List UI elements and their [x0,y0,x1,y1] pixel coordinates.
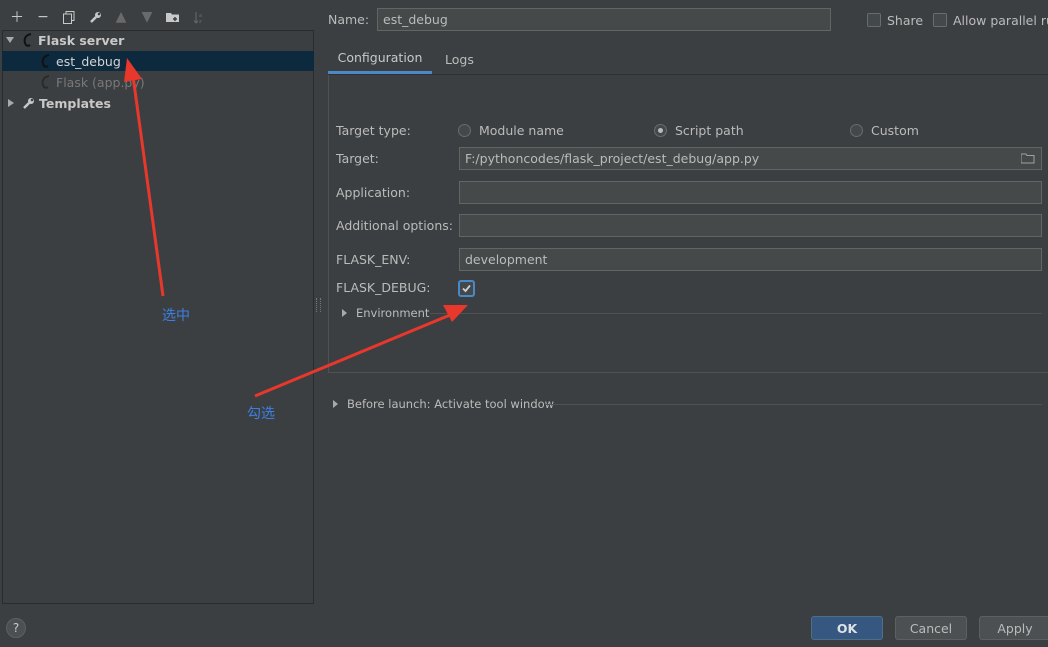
tree-group-templates[interactable]: Templates [2,93,314,113]
application-label: Application: [336,185,411,200]
tab-configuration[interactable]: Configuration [328,44,432,74]
additional-options-input[interactable] [459,214,1042,237]
flask-icon [41,54,50,68]
annotation-select: 选中 [162,308,190,324]
allow-parallel-checkbox[interactable] [933,13,947,27]
tree-group-flask-server[interactable]: Flask server [2,30,314,50]
checkmark-icon [462,284,471,293]
apply-button[interactable]: Apply [979,616,1048,640]
flask-debug-checkbox[interactable] [458,280,475,297]
application-input[interactable] [459,181,1042,204]
arrow-up-icon[interactable]: ▲ [108,7,134,27]
share-label: Share [887,13,924,28]
ok-button[interactable]: OK [811,616,883,640]
config-tree-panel [2,30,314,604]
help-icon: ? [12,621,20,635]
flask-env-label: FLASK_ENV: [336,252,411,267]
expand-arrow-icon [342,309,347,317]
module-name-radio[interactable] [458,124,471,137]
target-label: Target: [336,151,379,166]
folder-icon[interactable] [1021,153,1035,164]
module-name-label: Module name [479,123,564,138]
target-input[interactable]: F:/pythoncodes/flask_project/est_debug/a… [459,147,1042,170]
tree-group-label: Templates [39,95,111,111]
copy-icon[interactable] [56,7,82,27]
script-path-radio[interactable] [654,124,667,137]
before-launch-toggle[interactable]: Before launch: Activate tool window [333,397,554,411]
wrench-icon [23,97,34,109]
name-input[interactable]: est_debug [377,8,831,31]
custom-label: Custom [871,123,919,138]
allow-parallel-label: Allow parallel ru [953,13,1048,28]
tree-item-label: est_debug [56,53,121,69]
flask-icon [41,75,50,89]
minus-icon[interactable]: − [30,7,56,27]
custom-radio[interactable] [850,124,863,137]
additional-options-label: Additional options: [336,218,453,233]
tree-toolbar: ＋ − ▲ ▼ az [4,6,212,28]
wrench-icon[interactable] [82,7,108,27]
environment-label: Environment [356,306,430,320]
expand-arrow-icon [333,400,338,408]
flask-env-input[interactable]: development [459,248,1042,271]
tree-item-flask-app[interactable]: Flask (app.py) [2,72,314,92]
expand-arrow-icon[interactable] [8,99,14,107]
folder-add-icon[interactable] [160,7,186,27]
svg-text:z: z [199,19,202,24]
script-path-label: Script path [675,123,744,138]
help-button[interactable]: ? [6,618,26,638]
tree-group-label: Flask server [38,32,125,48]
tab-logs[interactable]: Logs [433,44,486,74]
target-type-label: Target type: [336,123,411,138]
plus-icon[interactable]: ＋ [4,7,30,27]
environment-section-toggle[interactable]: Environment [342,306,429,320]
share-checkbox[interactable] [867,13,881,27]
cancel-button[interactable]: Cancel [895,616,967,640]
expand-arrow-icon[interactable] [6,37,14,43]
name-label: Name: [328,12,370,27]
environment-divider [430,313,1042,314]
splitter-handle[interactable] [316,298,321,312]
before-launch-divider [545,404,1042,405]
flask-debug-label: FLASK_DEBUG: [336,280,431,295]
arrow-down-icon[interactable]: ▼ [134,7,160,27]
annotation-check: 勾选 [247,406,275,422]
sort-icon[interactable]: az [186,7,212,27]
before-launch-label: Before launch: Activate tool window [347,397,555,411]
tree-item-est-debug[interactable]: est_debug [2,51,314,71]
tree-item-label: Flask (app.py) [56,74,145,90]
flask-icon [23,33,32,47]
